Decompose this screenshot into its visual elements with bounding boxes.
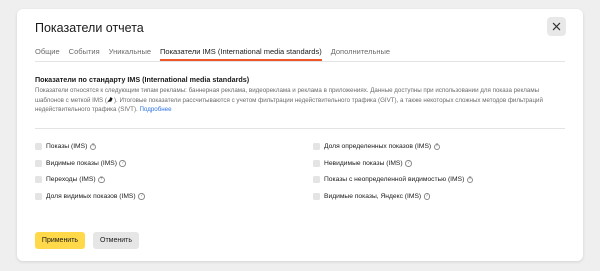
tab-general[interactable]: Общие bbox=[35, 47, 60, 61]
close-icon bbox=[552, 22, 561, 31]
option-viewable-impressions-ims[interactable]: Видимые показы (IMS) ? bbox=[35, 159, 145, 169]
checkbox[interactable] bbox=[313, 159, 320, 167]
tab-unique[interactable]: Уникальные bbox=[109, 47, 151, 61]
checkbox[interactable] bbox=[313, 176, 320, 184]
dialog-title: Показатели отчета bbox=[35, 21, 144, 35]
help-icon[interactable]: ? bbox=[98, 176, 105, 183]
option-label: Доля определенных показов (IMS) bbox=[324, 143, 432, 151]
section-divider bbox=[35, 128, 565, 129]
option-label: Показы (IMS) bbox=[46, 143, 88, 151]
option-undetermined-viewability-ims[interactable]: Показы с неопределенной видимостью (IMS)… bbox=[313, 175, 474, 185]
help-icon[interactable]: ? bbox=[119, 160, 126, 167]
checkbox[interactable] bbox=[313, 192, 320, 200]
option-clicks-ims[interactable]: Переходы (IMS) ? bbox=[35, 175, 145, 185]
help-icon[interactable]: ? bbox=[89, 143, 97, 150]
help-icon[interactable]: ? bbox=[138, 193, 145, 200]
help-icon[interactable]: ? bbox=[466, 176, 474, 183]
tab-events[interactable]: События bbox=[69, 47, 100, 61]
option-viewable-yandex-ims[interactable]: Видимые показы, Яндекс (IMS) ? bbox=[313, 192, 473, 202]
tab-ims[interactable]: Показатели IMS (International media stan… bbox=[160, 47, 322, 61]
ims-mark-icon bbox=[107, 96, 113, 103]
checkbox[interactable] bbox=[35, 192, 42, 200]
option-measured-share-ims[interactable]: Доля определенных показов (IMS) ? bbox=[313, 142, 473, 152]
option-non-viewable-ims[interactable]: Невидимые показы (IMS) ? bbox=[313, 159, 473, 169]
tab-additional[interactable]: Дополнительные bbox=[331, 47, 390, 61]
option-label: Показы с неопределенной видимостью (IMS) bbox=[324, 176, 465, 184]
close-button[interactable] bbox=[547, 17, 566, 36]
option-label: Доля видимых показов (IMS) bbox=[46, 192, 136, 200]
option-label: Переходы (IMS) bbox=[46, 176, 96, 184]
option-label: Невидимые показы (IMS) bbox=[324, 159, 403, 167]
option-impressions-ims[interactable]: Показы (IMS) ? bbox=[35, 142, 145, 152]
apply-button[interactable]: Применить bbox=[35, 232, 85, 249]
learn-more-link[interactable]: Подробнее bbox=[139, 106, 171, 113]
help-icon[interactable]: ? bbox=[423, 193, 431, 200]
tabs-divider bbox=[35, 61, 565, 62]
option-label: Видимые показы (IMS) bbox=[46, 159, 117, 167]
tab-bar: Общие События Уникальные Показатели IMS … bbox=[35, 47, 390, 61]
help-icon[interactable]: ? bbox=[433, 143, 441, 150]
option-label: Видимые показы, Яндекс (IMS) bbox=[324, 192, 422, 200]
report-metrics-dialog: Показатели отчета Общие События Уникальн… bbox=[17, 9, 583, 261]
section-title: Показатели по стандарту IMS (Internation… bbox=[35, 75, 250, 84]
section-description: Показатели относятся к следующим типам р… bbox=[35, 87, 560, 114]
options-right-column: Доля определенных показов (IMS) ? Невиди… bbox=[313, 142, 474, 202]
help-icon[interactable]: ? bbox=[405, 160, 412, 167]
checkbox[interactable] bbox=[35, 159, 42, 167]
option-viewable-share-ims[interactable]: Доля видимых показов (IMS) ? bbox=[35, 192, 145, 202]
cancel-button[interactable]: Отменить bbox=[93, 232, 139, 249]
checkbox[interactable] bbox=[35, 143, 42, 151]
checkbox[interactable] bbox=[313, 143, 320, 151]
checkbox[interactable] bbox=[35, 176, 42, 184]
options-left-column: Показы (IMS) ? Видимые показы (IMS) ? Пе… bbox=[35, 142, 145, 201]
